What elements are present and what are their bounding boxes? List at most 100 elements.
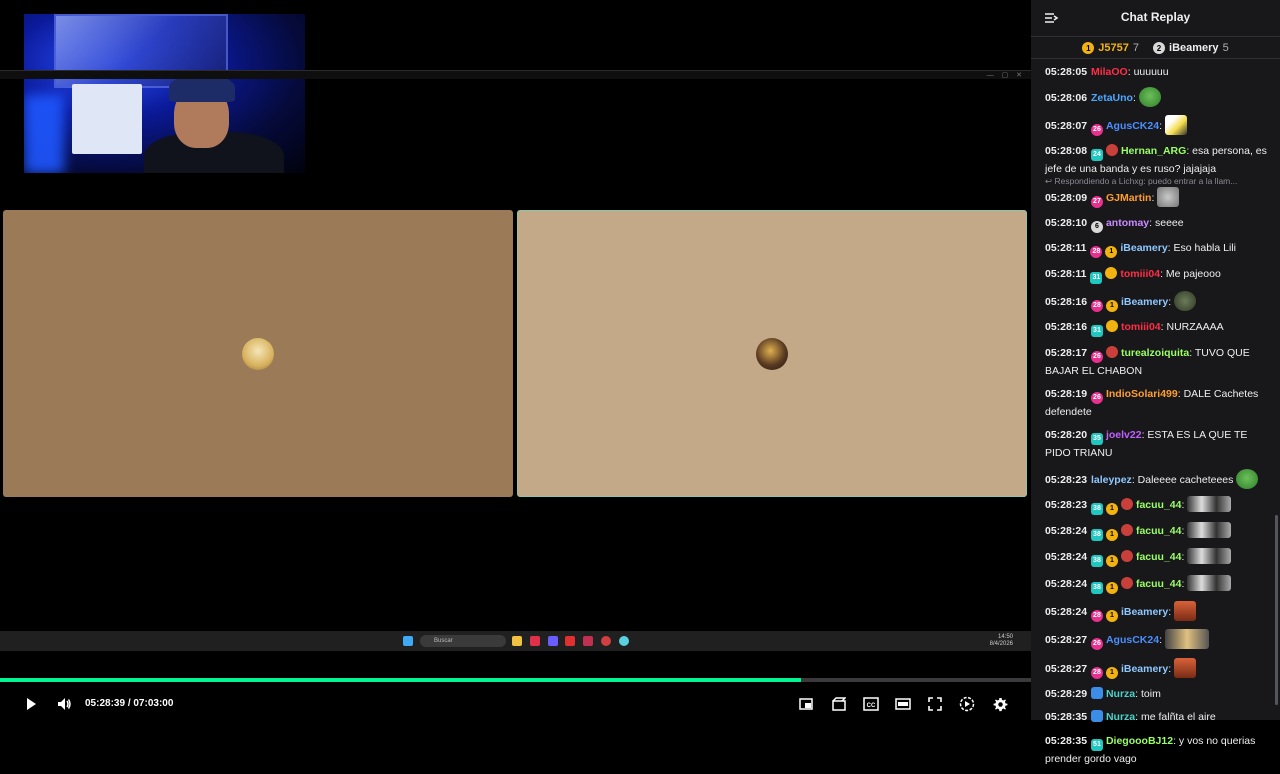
message-username[interactable]: turealzoiquita (1121, 347, 1189, 359)
message-username[interactable]: IndioSolari499 (1106, 388, 1178, 400)
user-badge-icon[interactable]: 26 (1090, 123, 1103, 136)
user-badge-icon[interactable]: 31 (1090, 325, 1103, 338)
emote-frog-icon[interactable] (1174, 291, 1197, 312)
message-username[interactable]: laleypez (1091, 474, 1132, 486)
user-badge-icon[interactable]: 26 (1090, 638, 1103, 651)
user-badge-icon[interactable] (1120, 576, 1133, 589)
message-username[interactable]: ZetaUno (1091, 92, 1133, 104)
user-badge-icon[interactable] (1105, 266, 1118, 279)
emote-wide-icon[interactable] (1187, 548, 1232, 565)
user-badge-icon[interactable]: 51 (1090, 738, 1103, 751)
message-username[interactable]: Nurza (1106, 711, 1135, 723)
webcam-pc-case (72, 84, 142, 154)
volume-button[interactable] (52, 692, 76, 716)
user-badge-icon[interactable]: 1 (1105, 555, 1118, 568)
emote-yellow-icon[interactable] (1164, 114, 1187, 135)
chat-message: 05:28:27 28 1 iBeamery: (1045, 657, 1267, 679)
user-badge-icon[interactable]: 38 (1090, 529, 1103, 542)
message-username[interactable]: iBeamery (1121, 663, 1168, 675)
message-username[interactable]: iBeamery (1120, 242, 1167, 254)
user-badge-icon[interactable] (1120, 524, 1133, 537)
user-badge-icon[interactable] (1120, 550, 1133, 563)
chat-message: 05:28:10 6 antomay: seeee (1045, 215, 1267, 234)
user-badge-icon[interactable]: 28 (1090, 246, 1103, 259)
emote-face-icon[interactable] (1174, 601, 1197, 622)
user-badge-icon[interactable]: 24 (1090, 148, 1103, 161)
emote-wide2-icon[interactable] (1164, 629, 1209, 650)
message-timestamp: 05:28:24 (1045, 606, 1088, 619)
user-badge-icon[interactable] (1105, 143, 1118, 156)
emote-face-icon[interactable] (1174, 657, 1197, 678)
user-badge-icon[interactable]: 27 (1090, 195, 1103, 208)
user-badge-icon[interactable] (1120, 497, 1133, 510)
video-player[interactable]: — ▢ ✕ Buscar 14:50 8/4/2026 05:28:39 / 0… (0, 0, 1031, 720)
emote-pepe-icon[interactable] (1138, 87, 1161, 108)
app-icon (583, 636, 593, 646)
message-username[interactable]: AgusCK24 (1106, 634, 1159, 646)
emote-gray-icon[interactable] (1157, 186, 1180, 207)
message-username[interactable]: GJMartin (1106, 192, 1152, 204)
user-badge-icon[interactable]: 1 (1105, 666, 1118, 679)
leaderboard-entry[interactable]: 2 iBeamery 5 (1153, 38, 1229, 58)
message-username[interactable]: AgusCK24 (1106, 120, 1159, 132)
user-badge-icon[interactable]: 28 (1090, 610, 1103, 623)
chat-scrollbar[interactable] (1275, 515, 1278, 705)
user-badge-icon[interactable]: 1 (1105, 246, 1118, 259)
message-text: seeee (1154, 217, 1184, 230)
user-badge-icon[interactable] (1090, 686, 1103, 699)
message-username[interactable]: tomiii04 (1120, 268, 1160, 280)
user-badge-icon[interactable]: 28 (1090, 300, 1103, 313)
message-username[interactable]: iBeamery (1121, 296, 1168, 308)
user-badge-icon[interactable]: 26 (1090, 391, 1103, 404)
user-badge-icon[interactable]: 1 (1105, 610, 1118, 623)
message-username[interactable]: DiegoooBJ12 (1106, 735, 1173, 747)
user-badge-icon[interactable]: 1 (1105, 300, 1118, 313)
seek-bar[interactable] (0, 678, 1031, 682)
chat-replay-panel: Chat Replay 1 J5757 7 2 iBeamery 5 05:28:05 M… (1031, 0, 1280, 765)
user-badge-icon[interactable]: 1 (1105, 529, 1118, 542)
message-username[interactable]: facuu_44 (1136, 551, 1182, 563)
message-username[interactable]: MilaOO (1091, 66, 1128, 78)
user-badge-icon[interactable] (1105, 320, 1118, 333)
captions-button[interactable]: CC (859, 692, 883, 716)
emote-pepe-icon[interactable] (1236, 468, 1259, 489)
user-badge-icon[interactable]: 38 (1090, 581, 1103, 594)
user-badge-icon[interactable] (1090, 710, 1103, 723)
chat-title: Chat Replay (1120, 10, 1191, 24)
message-username[interactable]: joelv22 (1106, 429, 1142, 441)
emote-wide-icon[interactable] (1187, 522, 1232, 539)
message-username[interactable]: Nurza (1106, 688, 1135, 700)
fullscreen-button[interactable] (923, 692, 947, 716)
webcam-led-light (24, 94, 64, 173)
user-badge-icon[interactable]: 38 (1090, 555, 1103, 568)
message-username[interactable]: iBeamery (1121, 606, 1168, 618)
user-badge-icon[interactable]: 31 (1090, 271, 1103, 284)
emote-wide-icon[interactable] (1187, 574, 1232, 591)
miniplayer-icon (799, 698, 813, 710)
message-username[interactable]: facuu_44 (1136, 499, 1182, 511)
message-username[interactable]: facuu_44 (1136, 525, 1182, 537)
user-badge-icon[interactable]: 1 (1105, 581, 1118, 594)
user-badge-icon[interactable] (1105, 345, 1118, 358)
message-username[interactable]: antomay (1106, 217, 1149, 229)
clip-button[interactable] (827, 692, 851, 716)
message-text: Me pajeooo (1165, 267, 1221, 280)
playback-speed-button[interactable] (955, 692, 979, 716)
play-button[interactable] (19, 692, 43, 716)
chat-message: 05:28:35 Nurza: me falñta el aire (1045, 710, 1216, 724)
user-badge-icon[interactable]: 6 (1090, 221, 1103, 234)
theatre-mode-button[interactable] (891, 692, 915, 716)
user-badge-icon[interactable]: 35 (1090, 433, 1103, 446)
user-badge-icon[interactable]: 38 (1090, 502, 1103, 515)
message-username[interactable]: tomiii04 (1121, 321, 1161, 333)
miniplayer-button[interactable] (794, 692, 818, 716)
user-badge-icon[interactable]: 28 (1090, 666, 1103, 679)
leaderboard-entry[interactable]: 1 J5757 7 (1082, 38, 1139, 58)
message-username[interactable]: Hernan_ARG (1121, 145, 1186, 157)
user-badge-icon[interactable]: 26 (1090, 350, 1103, 363)
user-badge-icon[interactable]: 1 (1105, 502, 1118, 515)
emote-wide-icon[interactable] (1187, 495, 1232, 512)
message-text: Eso habla Lili (1173, 242, 1236, 255)
message-username[interactable]: facuu_44 (1136, 578, 1182, 590)
settings-button[interactable] (988, 692, 1012, 716)
